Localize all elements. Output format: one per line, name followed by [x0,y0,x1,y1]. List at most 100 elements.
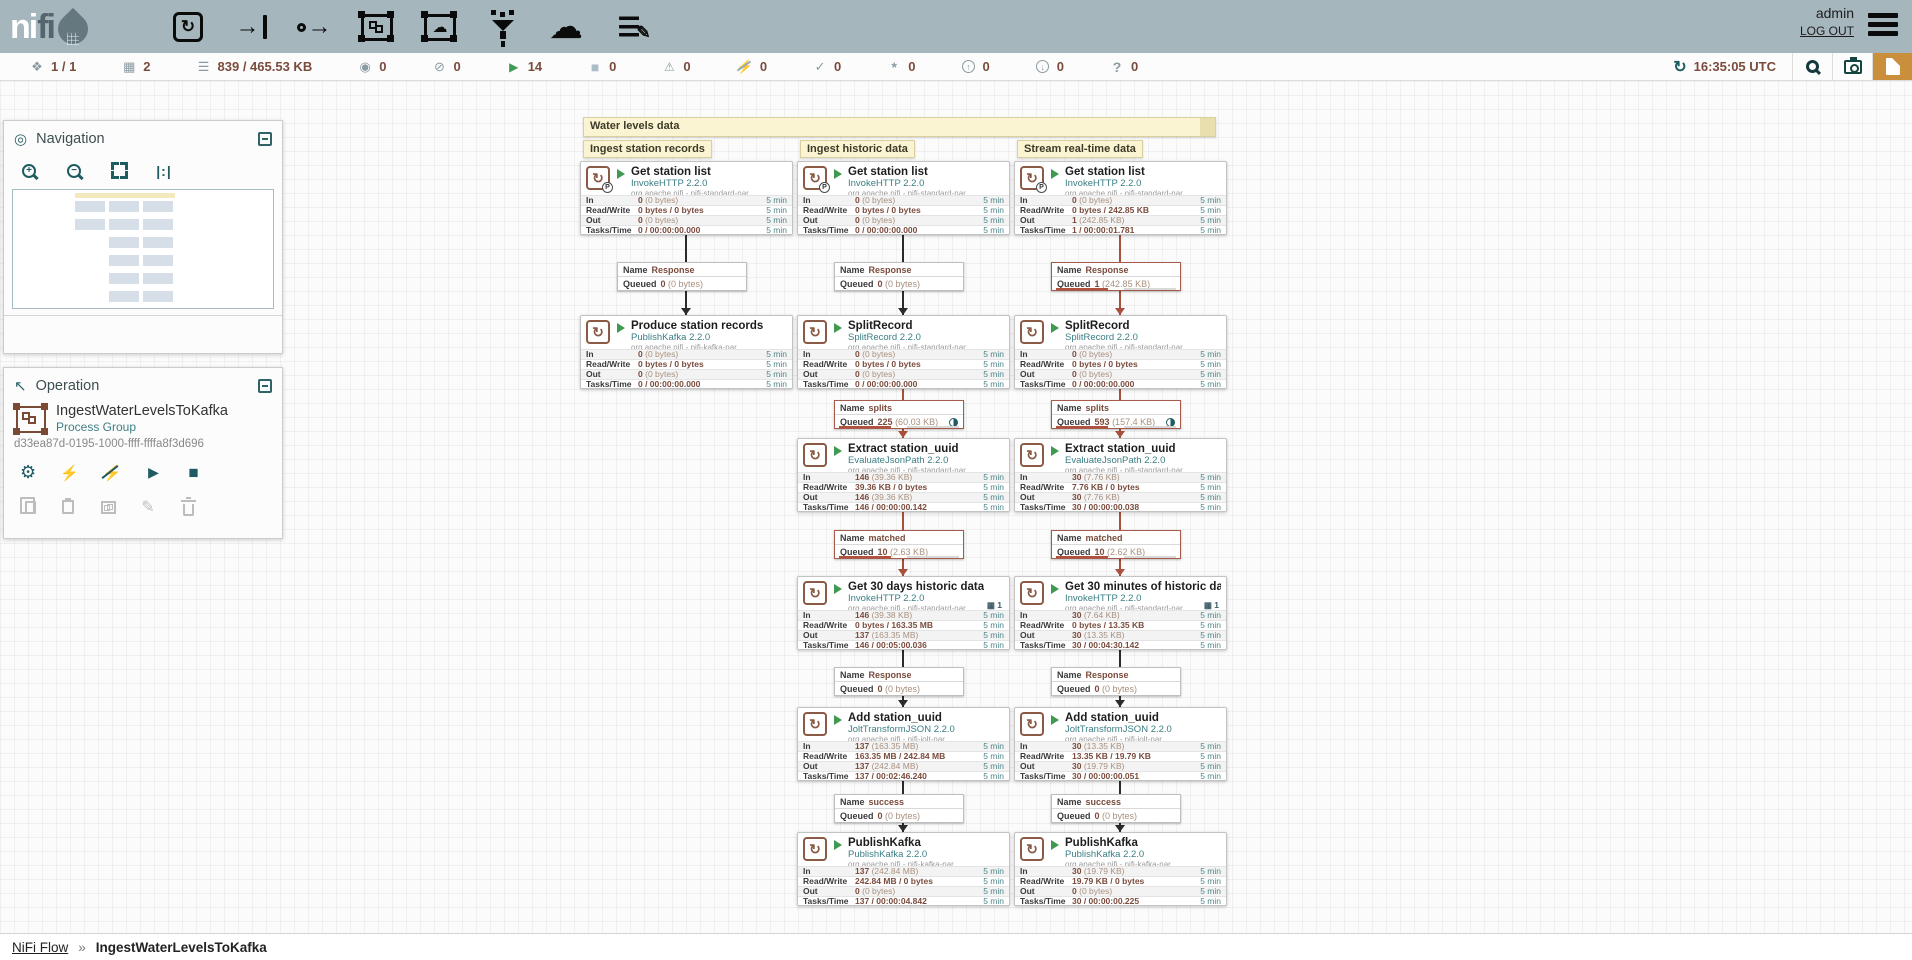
processor[interactable]: ↻Get 30 minutes of historic dataInvokeHT… [1014,576,1227,650]
stat-value: 39.36 KB / 0 bytes [855,483,974,492]
stat-row: Tasks/Time30 / 00:00:00.0385 min [1015,502,1226,512]
processor[interactable]: ↻PGet station listInvokeHTTP 2.2.0org.ap… [797,161,1010,235]
running-icon [834,584,842,594]
connection-label[interactable]: NamematchedQueued10 (2.62 KB) [1051,530,1181,559]
queue-size-gauge [1124,556,1176,558]
stop-button[interactable]: ■ [186,463,202,483]
queued-size: (0 bytes) [668,279,703,289]
processor[interactable]: ↻Add station_uuidJoltTransformJSON 2.2.0… [1014,707,1227,781]
status-bar: ❖1 / 1▦2☰839 / 465.53 KB◉0⊘0▶14■0⚠0⚡0✓0*… [0,53,1912,81]
processor[interactable]: ↻PublishKafkaPublishKafka 2.2.0org.apach… [797,832,1010,906]
download-flow-definition-toolbar-button[interactable]: ☁↓ [546,7,586,47]
connection-label[interactable]: NamesplitsQueued593 (157.4 KB) [1051,400,1181,429]
lightning-icon: ⚡ [60,464,79,482]
processor[interactable]: ↻PublishKafkaPublishKafka 2.2.0org.apach… [1014,832,1227,906]
connection-label[interactable]: NamesuccessQueued0 (0 bytes) [1051,794,1181,823]
canvas-label-water-levels-data[interactable]: Water levels data [583,117,1216,137]
input-port-toolbar-button[interactable]: → [231,7,271,47]
connection-label[interactable]: NameResponseQueued0 (0 bytes) [617,262,747,291]
connection-label[interactable]: NameResponseQueued0 (0 bytes) [834,667,964,696]
running-icon [834,840,842,850]
flow-canvas[interactable]: Water levels data Ingest station records… [0,81,1912,933]
processor[interactable]: ↻SplitRecordSplitRecord 2.2.0org.apache.… [797,315,1010,389]
connection-label[interactable]: NamematchedQueued10 (2.63 KB) [834,530,964,559]
processor[interactable]: ↻PGet station listInvokeHTTP 2.2.0org.ap… [580,161,793,235]
configure-button[interactable]: ⚙ [20,462,36,483]
stat-value: 30 (13.35 KB) [1072,631,1191,640]
birdseye-minimap[interactable] [12,189,274,309]
processor-type-icon: ↻P [586,166,610,190]
disabled-status: ⚡0 [737,59,767,75]
logout-link[interactable]: LOG OUT [1800,24,1854,38]
zoom-in-button[interactable]: + [20,164,38,178]
queued-label: Queued [840,417,874,427]
processor[interactable]: ↻Extract station_uuidEvaluateJsonPath 2.… [797,438,1010,512]
breadcrumb-current: IngestWaterLevelsToKafka [96,940,267,955]
label-resize-handle[interactable] [1200,118,1215,136]
stat-row: In146 (39.36 KB)5 min [798,472,1009,482]
zoom-out-button[interactable]: − [65,164,83,178]
warning-icon: ⚠ [662,60,676,74]
stat-window: 5 min [974,503,1004,512]
enable-button[interactable]: ⚡ [60,464,79,482]
processor[interactable]: ↻Produce station recordsPublishKafka 2.2… [580,315,793,389]
group-label[interactable]: Stream real-time data [1017,140,1143,158]
group-label[interactable]: Ingest station records [583,140,712,158]
stat-label: In [1020,196,1072,205]
funnel-toolbar-button[interactable] [483,7,523,47]
connection-label[interactable]: NameResponseQueued0 (0 bytes) [834,262,964,291]
camera-icon [1844,60,1862,74]
group-label[interactable]: Ingest historic data [800,140,915,158]
process-group-toolbar-button[interactable] [357,7,397,47]
processor[interactable]: ↻PGet station listInvokeHTTP 2.2.0org.ap… [1014,161,1227,235]
search-button[interactable] [1792,53,1832,80]
minimap-node [109,237,139,248]
processor-type-icon: ↻ [1020,443,1044,467]
label-toolbar-button[interactable]: ☰✎ [609,7,649,47]
queued-count: 1 [1095,279,1100,289]
start-button[interactable]: ▶ [146,464,162,481]
birdseye-button[interactable] [1832,53,1872,80]
remote-process-group-toolbar-button[interactable]: ☁ [420,7,460,47]
running-icon [1051,715,1059,725]
processor-toolbar-button[interactable]: ↻ [168,7,208,47]
stat-value: 137 / 00:02:46.240 [855,772,974,781]
flow-document-button[interactable] [1872,53,1912,80]
minimap-node [109,219,139,230]
connection-label[interactable]: NamesplitsQueued225 (60.03 KB) [834,400,964,429]
output-port-toolbar-button[interactable]: → [294,7,334,47]
stat-value: 0 bytes / 0 bytes [1072,360,1191,369]
breadcrumb-root-link[interactable]: NiFi Flow [12,940,68,955]
processor[interactable]: ↻Add station_uuidJoltTransformJSON 2.2.0… [797,707,1010,781]
collapse-operation-icon[interactable] [258,379,272,393]
minimap-label [75,193,175,198]
connection-arrow [1115,308,1125,315]
connection-label[interactable]: NameResponseQueued0 (0 bytes) [1051,667,1181,696]
stale-status: ↑0 [962,59,990,74]
stat-window: 5 min [974,370,1004,379]
active-threads-count: 2 [143,59,150,74]
stat-row: Read/Write0 bytes / 0 bytes5 min [581,359,792,369]
stat-row: In30 (7.64 KB)5 min [1015,610,1226,620]
refresh-icon[interactable]: ↻ [1673,57,1686,77]
actual-size-button[interactable]: |:| [155,163,173,179]
connection-label[interactable]: NamesuccessQueued0 (0 bytes) [834,794,964,823]
processor[interactable]: ↻SplitRecordSplitRecord 2.2.0org.apache.… [1014,315,1227,389]
global-menu-icon[interactable] [1868,13,1898,37]
minimap-node [143,201,173,212]
stat-label: Read/Write [1020,360,1072,369]
stat-label: Read/Write [803,360,855,369]
stat-value: 137 (163.35 MB) [855,631,974,640]
stat-label: Read/Write [1020,877,1072,886]
last-refresh-time: 16:35:05 UTC [1694,59,1776,74]
processor[interactable]: ↻Get 30 days historic dataInvokeHTTP 2.2… [797,576,1010,650]
minimap-node [109,291,139,302]
stat-label: Out [586,216,638,225]
collapse-navigation-icon[interactable] [258,132,272,146]
zoom-fit-button[interactable] [110,162,128,179]
connection-label[interactable]: NameResponseQueued1 (242.85 KB) [1051,262,1181,291]
processor[interactable]: ↻Extract station_uuidEvaluateJsonPath 2.… [1014,438,1227,512]
stat-row: Read/Write19.79 KB / 0 bytes5 min [1015,876,1226,886]
disable-button[interactable]: ⚡ [103,464,122,482]
queued-size: (0 bytes) [885,279,920,289]
